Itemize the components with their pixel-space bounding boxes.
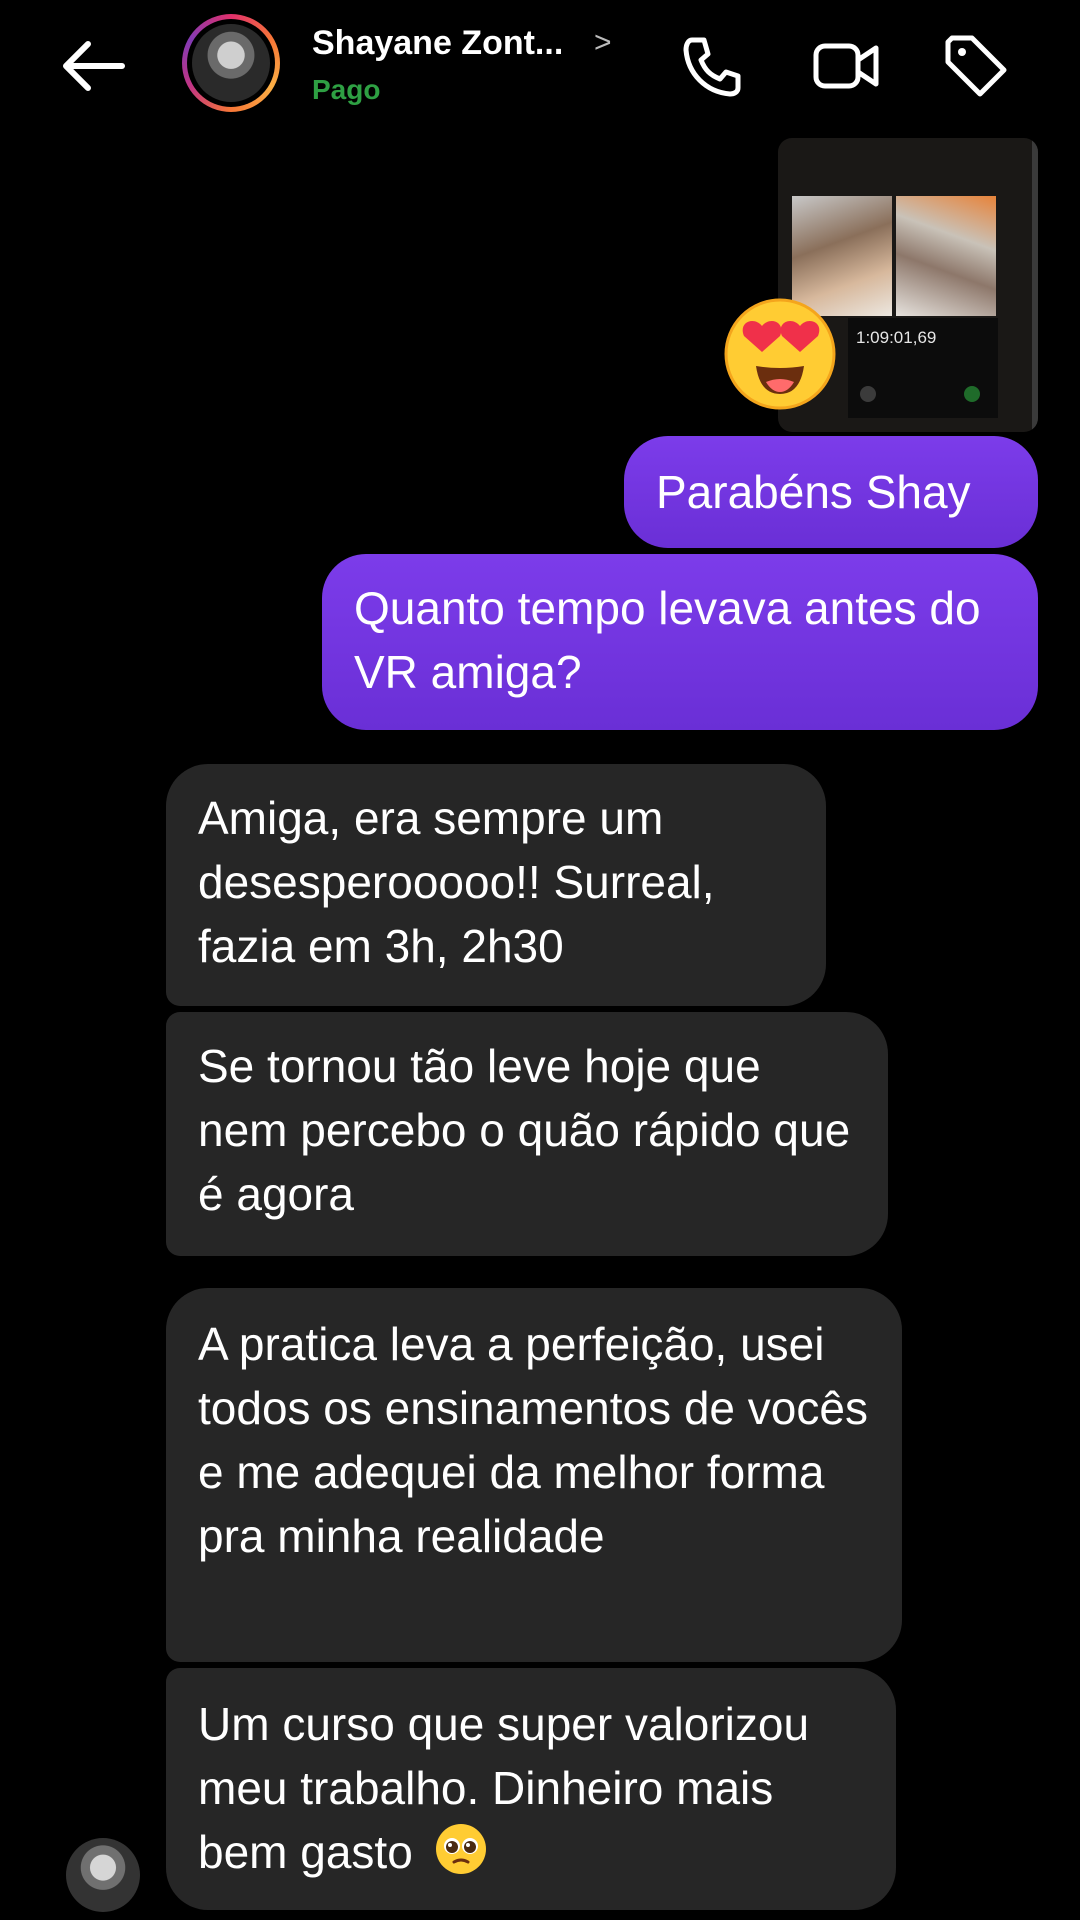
chevron-right-icon[interactable]: >	[594, 26, 612, 60]
stopwatch-time: 1:09:01,69	[856, 328, 937, 347]
message-text: Um curso que super valorizou meu trabalh…	[198, 1698, 810, 1878]
contact-avatar[interactable]	[182, 14, 280, 112]
message-bubble-received[interactable]: Amiga, era sempre um desesperooooo!! Sur…	[166, 764, 826, 1006]
heart-eyes-emoji-icon[interactable]	[722, 296, 838, 412]
message-bubble-sent[interactable]: Quanto tempo levava antes do VR amiga?	[322, 554, 1038, 730]
back-arrow-icon[interactable]	[58, 38, 128, 94]
avatar-photo	[192, 24, 270, 102]
phone-call-icon[interactable]	[676, 30, 748, 102]
contact-name[interactable]: Shayane Zont...	[312, 24, 563, 63]
image-scroll-edge	[1032, 138, 1038, 432]
video-call-icon[interactable]	[810, 30, 882, 102]
pleading-face-emoji-icon	[435, 1824, 486, 1874]
image-tile-right	[896, 196, 996, 316]
stopwatch-screen: 1:09:01,69	[848, 318, 998, 418]
tag-icon[interactable]	[940, 30, 1012, 102]
contact-status: Pago	[312, 74, 381, 105]
message-bubble-received[interactable]: A pratica leva a perfeição, usei todos o…	[166, 1288, 902, 1662]
chat-header: Shayane Zont... > Pago	[0, 0, 1080, 130]
message-bubble-received[interactable]: Um curso que super valorizou meu trabalh…	[166, 1668, 896, 1910]
stopwatch-left-button	[860, 386, 876, 402]
sender-avatar[interactable]	[66, 1838, 140, 1912]
message-bubble-sent[interactable]: Parabéns Shay	[624, 436, 1038, 548]
message-bubble-received[interactable]: Se tornou tão leve hoje que nem percebo …	[166, 1012, 888, 1256]
stopwatch-right-button	[964, 386, 980, 402]
